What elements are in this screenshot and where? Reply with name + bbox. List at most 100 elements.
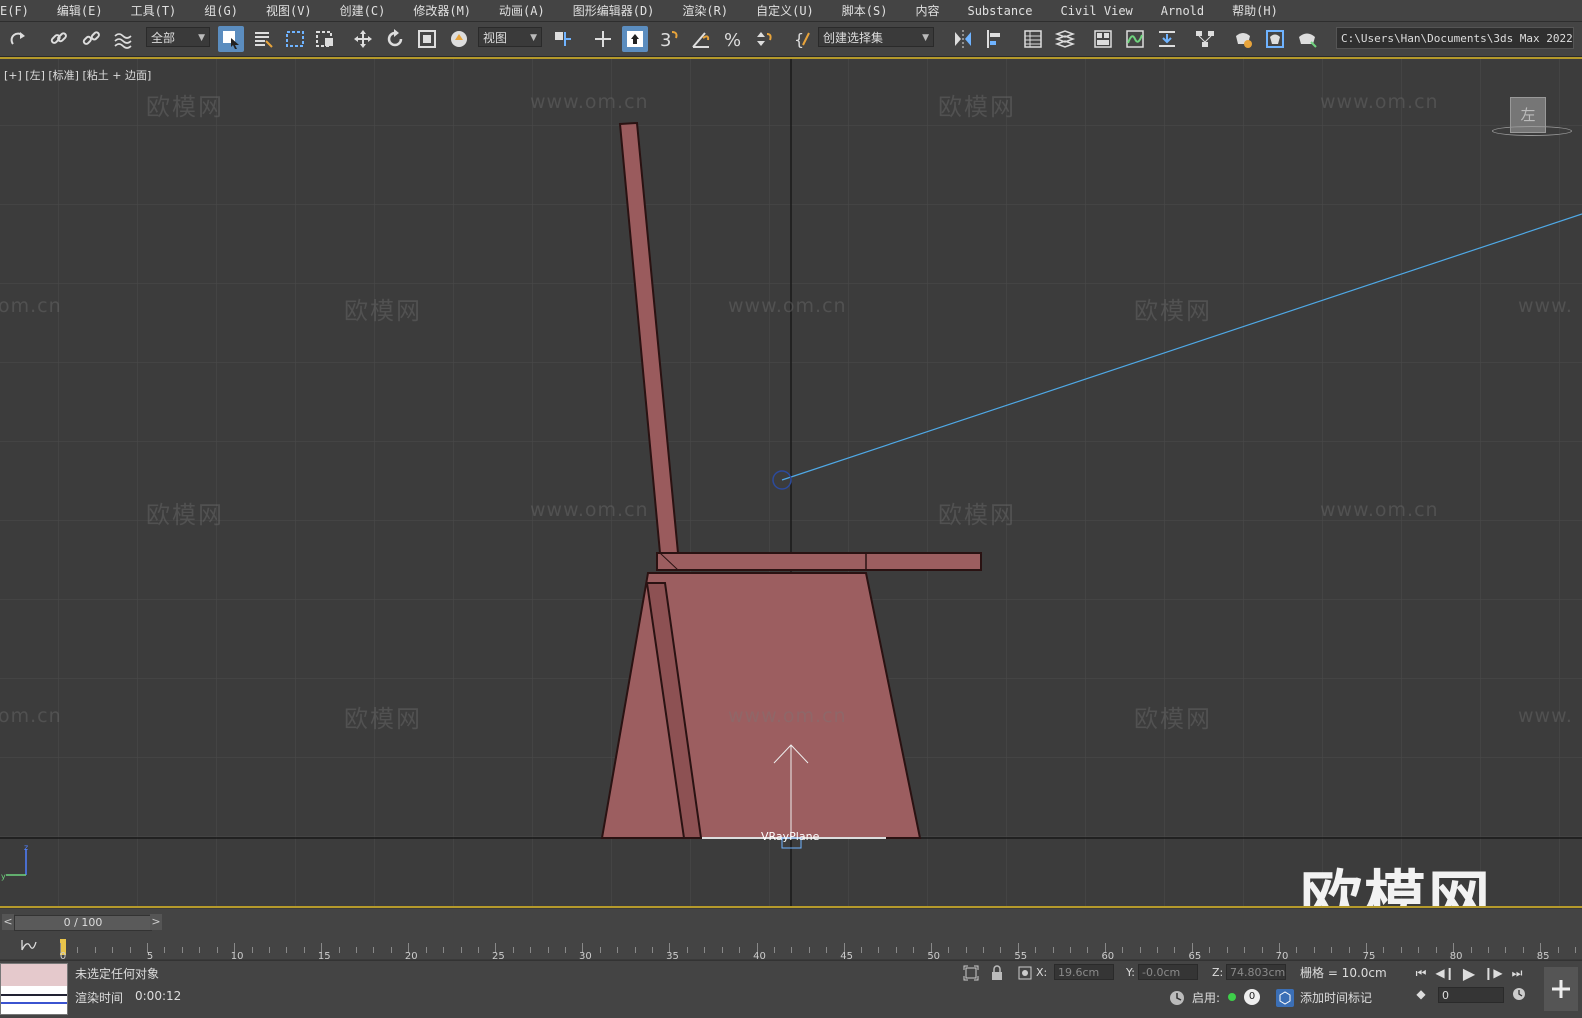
watermark: 欧模网 [1134, 705, 1212, 733]
named-selection-dropdown[interactable]: 创建选择集 ▼ [818, 27, 934, 47]
render-frame-window-icon[interactable] [1262, 26, 1288, 52]
adaptive-degradation-icon[interactable] [1168, 989, 1186, 1007]
current-frame-field[interactable]: 0 [1438, 987, 1504, 1003]
menu-views[interactable]: 视图(V) [252, 2, 326, 19]
keyboard-shortcut-override-icon[interactable] [622, 26, 648, 52]
play-icon[interactable]: ▶ [1460, 964, 1478, 983]
timeline-tick [1244, 947, 1246, 953]
left-viewport[interactable]: z y [+] [左] [标准] [粘土 + 边面] 欧模网 www.om.cn… [0, 57, 1582, 908]
previous-frame-icon[interactable]: ◀❙ [1435, 964, 1454, 982]
curve-editor-icon[interactable] [1122, 26, 1148, 52]
render-setup-icon[interactable] [1230, 26, 1256, 52]
menu-content[interactable]: 内容 [901, 2, 953, 19]
coord-y-field[interactable]: -0.0cm [1138, 964, 1198, 980]
time-configuration-icon[interactable] [1510, 985, 1528, 1003]
select-object-icon[interactable] [218, 26, 244, 52]
menu-bar: E(F) 编辑(E) 工具(T) 组(G) 视图(V) 创建(C) 修改器(M)… [0, 0, 1582, 22]
mirror-icon[interactable] [950, 26, 976, 52]
placement-icon[interactable] [446, 26, 472, 52]
menu-group[interactable]: 组(G) [190, 2, 252, 19]
timeline-ruler[interactable]: 0 5 10 15 20 25 30 35 40 45 50 55 60 65 70 75 80 85 [60, 937, 1576, 962]
timeline-tick [1035, 947, 1037, 953]
timeline-tick [1209, 947, 1211, 953]
watermark: 欧模网 [146, 501, 224, 529]
link-icon[interactable] [46, 26, 72, 52]
render-time-value: 0:00:12 [135, 989, 182, 1003]
menu-help[interactable]: 帮助(H) [1218, 2, 1292, 19]
rotate-icon[interactable] [382, 26, 408, 52]
menu-file[interactable]: E(F) [0, 4, 43, 18]
scene-explorer-icon[interactable] [1020, 26, 1046, 52]
time-slider-thumb[interactable]: 0 / 100 [14, 915, 152, 931]
timeline-tick [652, 947, 654, 953]
render-production-icon[interactable] [1294, 26, 1320, 52]
menu-arnold[interactable]: Arnold [1147, 4, 1218, 18]
lock-selection-icon[interactable] [988, 964, 1006, 982]
go-to-end-icon[interactable]: ⏭ [1508, 964, 1526, 982]
isolate-selection-icon[interactable] [962, 964, 980, 982]
move-icon[interactable] [350, 26, 376, 52]
window-crossing-icon[interactable] [312, 26, 338, 52]
timeline-tick [1139, 947, 1141, 953]
menu-civil-view[interactable]: Civil View [1047, 4, 1147, 18]
timeline-tick [164, 947, 166, 953]
selection-filter-dropdown[interactable]: 全部 ▼ [146, 27, 210, 47]
edit-named-selection-icon[interactable]: { [790, 26, 816, 52]
bind-spacewarp-icon[interactable] [110, 26, 136, 52]
go-to-start-icon[interactable]: ⏮ [1412, 964, 1430, 982]
menu-graph-editors[interactable]: 图形编辑器(D) [559, 2, 669, 19]
menu-customize[interactable]: 自定义(U) [742, 2, 828, 19]
chevron-down-icon: ▼ [922, 33, 929, 43]
menu-edit[interactable]: 编辑(E) [43, 2, 117, 19]
menu-modifiers[interactable]: 修改器(M) [399, 2, 485, 19]
reference-coordinate-dropdown[interactable]: 视图 ▼ [478, 27, 542, 47]
maxscript-input-area[interactable] [1, 964, 67, 986]
absolute-mode-icon[interactable] [1016, 964, 1034, 982]
ribbon-toggle-icon[interactable] [1090, 26, 1116, 52]
key-mode-toggle-icon[interactable]: ◆ [1412, 985, 1430, 1003]
select-manipulate-icon[interactable] [590, 26, 616, 52]
spinner-snap-icon[interactable] [750, 26, 776, 52]
dope-sheet-icon[interactable] [1154, 26, 1180, 52]
unlink-icon[interactable] [78, 26, 104, 52]
timeline-tick [216, 947, 218, 953]
coord-x-field[interactable]: 19.6cm [1054, 964, 1114, 980]
pivot-center-icon[interactable] [550, 26, 576, 52]
mini-curve-editor-icon[interactable] [20, 937, 38, 951]
chevron-down-icon: ▼ [198, 33, 205, 43]
schematic-view-icon[interactable] [1192, 26, 1218, 52]
command-panel-toggle[interactable] [1544, 967, 1578, 1011]
time-slider[interactable]: < 0 / 100 > [0, 914, 166, 931]
add-time-tag-icon[interactable] [1276, 989, 1294, 1007]
scale-icon[interactable] [414, 26, 440, 52]
coord-z-field[interactable]: 74.803cm [1226, 964, 1286, 980]
menu-create[interactable]: 创建(C) [326, 2, 400, 19]
chair-seat[interactable] [656, 552, 982, 571]
menu-tools[interactable]: 工具(T) [117, 2, 191, 19]
snaps-toggle-icon[interactable]: 3 [656, 26, 682, 52]
time-slider-prev-button[interactable]: < [2, 914, 14, 930]
enable-count-badge[interactable]: 0 [1244, 989, 1260, 1005]
next-frame-icon[interactable]: ❙▶ [1483, 964, 1502, 982]
angle-snap-icon[interactable] [688, 26, 714, 52]
menu-animation[interactable]: 动画(A) [485, 2, 559, 19]
timeline-tick [338, 947, 340, 953]
redo-icon[interactable] [6, 26, 32, 52]
svg-text:%: % [724, 30, 741, 50]
percent-snap-icon[interactable]: % [720, 26, 746, 52]
viewcube-compass-ring[interactable] [1492, 126, 1572, 136]
layer-explorer-icon[interactable] [1052, 26, 1078, 52]
timeline-tick [965, 947, 967, 953]
maxscript-listener-mini[interactable] [0, 963, 68, 1015]
viewport-label[interactable]: [+] [左] [标准] [粘土 + 边面] [4, 67, 151, 83]
menu-rendering[interactable]: 渲染(R) [668, 2, 742, 19]
time-slider-next-button[interactable]: > [150, 914, 162, 930]
menu-substance[interactable]: Substance [953, 4, 1046, 18]
menu-scripting[interactable]: 脚本(S) [828, 2, 902, 19]
rectangular-selection-icon[interactable] [282, 26, 308, 52]
align-icon[interactable] [982, 26, 1008, 52]
add-time-tag-label[interactable]: 添加时间标记 [1300, 989, 1372, 1006]
project-folder-path[interactable]: C:\Users\Han\Documents\3ds Max 2022 [1336, 27, 1574, 49]
select-by-name-icon[interactable] [250, 26, 276, 52]
timeline-tick [1122, 947, 1124, 953]
